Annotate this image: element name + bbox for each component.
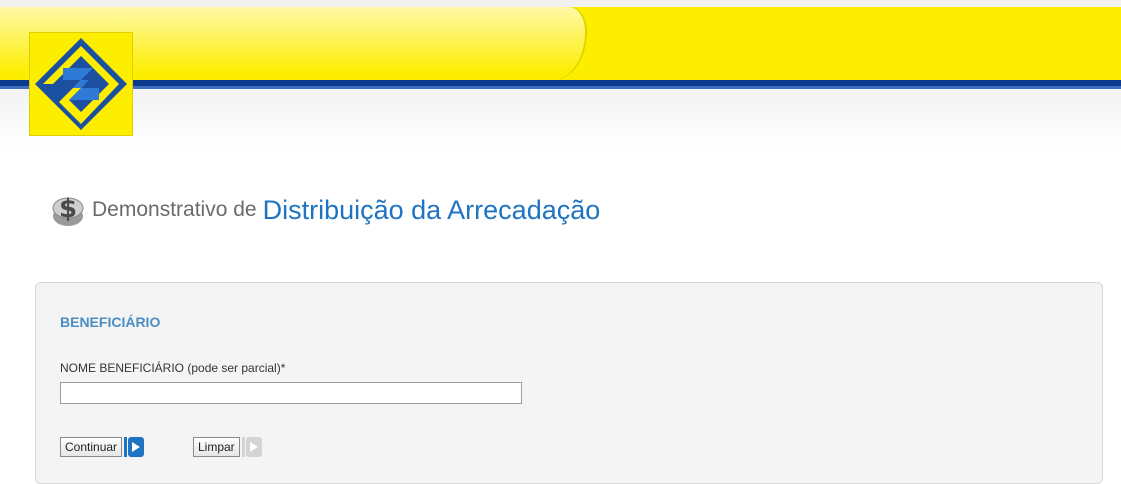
title-prefix: Demonstrativo de xyxy=(92,198,257,221)
play-arrow-icon xyxy=(124,437,145,457)
play-arrow-icon xyxy=(241,437,262,457)
banco-do-brasil-logo[interactable] xyxy=(28,31,134,137)
continue-button[interactable]: Continuar xyxy=(60,436,145,458)
name-label: NOME BENEFICIÁRIO (pode ser parcial)* xyxy=(60,361,286,375)
name-input[interactable] xyxy=(60,382,522,404)
title-main: Distribuição da Arrecadação xyxy=(262,194,601,225)
clear-button[interactable]: Limpar xyxy=(193,436,262,458)
page-title: $ Demonstrativo de Distribuição da Arrec… xyxy=(48,185,600,235)
section-title: BENEFICIÁRIO xyxy=(60,314,161,330)
dollar-coin-icon: $ xyxy=(48,190,88,230)
header-blue-stripe-light xyxy=(0,86,1121,89)
svg-text:$: $ xyxy=(59,194,77,224)
continue-button-label: Continuar xyxy=(60,437,123,457)
clear-button-label: Limpar xyxy=(193,437,240,457)
